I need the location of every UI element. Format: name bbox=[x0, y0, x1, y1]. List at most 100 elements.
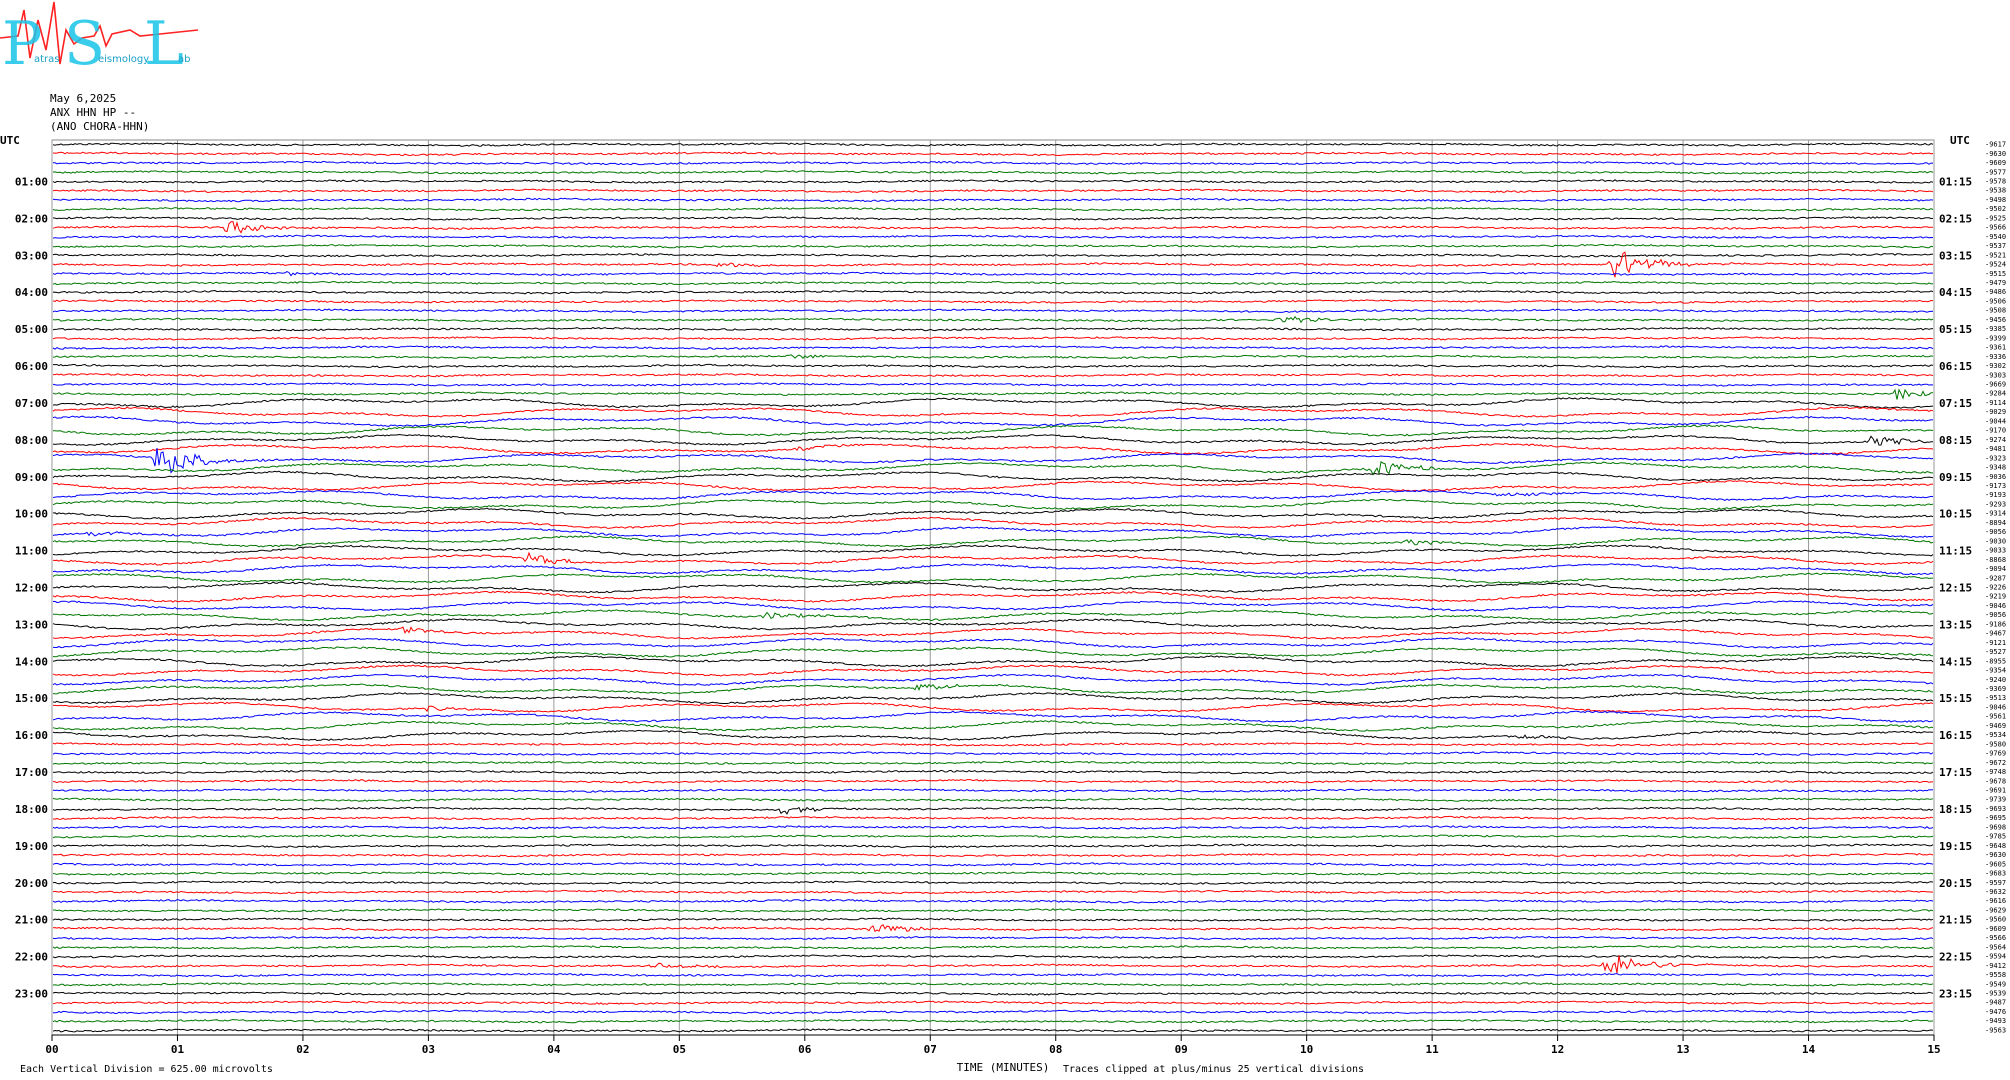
seismic-trace-row bbox=[52, 618, 1934, 631]
seismic-trace-row bbox=[52, 142, 1934, 147]
right-hour-label: 01:15 bbox=[1939, 176, 1972, 189]
left-hour-label: 16:00 bbox=[15, 729, 48, 742]
seismic-trace-row bbox=[52, 729, 1934, 742]
seismic-trace-row bbox=[52, 526, 1934, 539]
row-offset-label: -9056 bbox=[1985, 611, 2006, 619]
right-hour-label: 09:15 bbox=[1939, 471, 1972, 484]
row-offset-label: -9594 bbox=[1985, 953, 2006, 961]
left-hour-label: 19:00 bbox=[15, 840, 48, 853]
right-hour-label: 23:15 bbox=[1939, 987, 1972, 1000]
seismic-trace-row bbox=[53, 581, 1934, 594]
x-tick-label: 00 bbox=[45, 1043, 58, 1056]
clip-note: Traces clipped at plus/minus 25 vertical… bbox=[1063, 1064, 1365, 1075]
row-offset-label: -9361 bbox=[1985, 344, 2006, 352]
row-offset-label: -9412 bbox=[1985, 962, 2006, 970]
seismic-trace-row bbox=[52, 460, 1933, 476]
seismic-trace-row bbox=[52, 626, 1934, 640]
seismic-trace-row bbox=[52, 600, 1934, 612]
x-tick-label: 05 bbox=[673, 1043, 686, 1056]
seismic-trace-row bbox=[52, 815, 1934, 821]
right-hour-label: 14:15 bbox=[1939, 655, 1972, 668]
seismic-trace-row bbox=[52, 1009, 1934, 1015]
row-offset-label: -9578 bbox=[1985, 178, 2006, 186]
seismic-trace-row bbox=[52, 880, 1934, 885]
row-offset-label: -9287 bbox=[1985, 574, 2006, 582]
seismic-trace-row bbox=[52, 742, 1934, 747]
row-offset-label: -9493 bbox=[1985, 1017, 2006, 1025]
seismic-trace-row bbox=[52, 806, 1934, 815]
row-offset-label: -9691 bbox=[1985, 786, 2006, 794]
seismic-trace-row bbox=[52, 720, 1934, 732]
seismic-trace-row bbox=[52, 972, 1934, 978]
x-tick-label: 12 bbox=[1551, 1043, 1564, 1056]
x-tick-label: 01 bbox=[171, 1043, 185, 1056]
seismic-trace-row bbox=[52, 692, 1934, 705]
seismic-trace-row bbox=[52, 326, 1934, 332]
x-tick-label: 03 bbox=[422, 1043, 435, 1056]
row-offset-label: -9534 bbox=[1985, 731, 2006, 739]
row-offset-label: -9502 bbox=[1985, 205, 2006, 213]
seismic-trace-row bbox=[52, 1028, 1934, 1033]
row-offset-label: -9580 bbox=[1985, 740, 2006, 748]
row-offset-label: -9399 bbox=[1985, 334, 2006, 342]
x-tick-label: 14 bbox=[1802, 1043, 1816, 1056]
row-offset-label: -9695 bbox=[1985, 814, 2006, 822]
left-utc-label: UTC bbox=[0, 134, 20, 147]
row-offset-label: -9678 bbox=[1985, 777, 2006, 785]
row-offset-label: -9648 bbox=[1985, 842, 2006, 850]
seismic-trace-row bbox=[52, 683, 1934, 695]
right-hour-label: 13:15 bbox=[1939, 618, 1972, 631]
row-offset-label: -9498 bbox=[1985, 196, 2006, 204]
row-offset-label: -9486 bbox=[1985, 288, 2006, 296]
left-hour-label: 14:00 bbox=[15, 655, 48, 668]
helicorder-chart: 00 01 02 03 04 05 06 07 08 09 10 11 12 13 14 15 TIME (MI… bbox=[0, 134, 2006, 1074]
row-offset-label: -9560 bbox=[1985, 916, 2006, 924]
row-offset-label: -9597 bbox=[1985, 879, 2006, 887]
right-hour-label: 15:15 bbox=[1939, 692, 1972, 705]
row-offset-label: -9539 bbox=[1985, 989, 2006, 997]
row-offset-label: -9561 bbox=[1985, 713, 2006, 721]
row-offset-label: -9566 bbox=[1985, 934, 2006, 942]
seismic-trace-row bbox=[52, 243, 1934, 249]
row-offset-label: -8894 bbox=[1985, 519, 2006, 527]
row-offset-label: -9693 bbox=[1985, 805, 2006, 813]
row-offset-label: -9609 bbox=[1985, 925, 2006, 933]
left-hour-label: 03:00 bbox=[15, 249, 48, 262]
row-offset-label: -9538 bbox=[1985, 187, 2006, 195]
seismic-trace-row bbox=[52, 955, 1934, 974]
seismic-trace-row bbox=[52, 797, 1934, 802]
row-offset-label: -9046 bbox=[1985, 602, 2006, 610]
seismic-trace-row bbox=[53, 424, 1934, 437]
seismic-trace-row bbox=[52, 769, 1934, 775]
right-hour-label: 02:15 bbox=[1939, 212, 1972, 225]
seismic-trace-row bbox=[52, 289, 1934, 295]
row-offset-label: -9605 bbox=[1985, 860, 2006, 868]
row-offset-label: -9616 bbox=[1985, 897, 2006, 905]
seismic-trace-row bbox=[52, 354, 1934, 359]
seismic-trace-row bbox=[52, 788, 1934, 793]
row-offset-label: -9609 bbox=[1985, 159, 2006, 167]
right-hour-label: 21:15 bbox=[1939, 914, 1972, 927]
x-tick-label: 08 bbox=[1049, 1043, 1062, 1056]
row-offset-label: -9481 bbox=[1985, 445, 2006, 453]
row-offset-label: -9044 bbox=[1985, 417, 2006, 425]
seismic-trace-row bbox=[52, 954, 1934, 959]
seismic-trace-row bbox=[52, 151, 1934, 157]
row-offset-label: -9769 bbox=[1985, 750, 2006, 758]
seismic-trace-row bbox=[52, 197, 1934, 203]
x-tick-label: 10 bbox=[1300, 1043, 1313, 1056]
seismic-trace-row bbox=[52, 1018, 1934, 1024]
left-hour-label: 06:00 bbox=[15, 360, 48, 373]
row-offset-label: -8955 bbox=[1985, 657, 2006, 665]
row-offset-label: -9683 bbox=[1985, 870, 2006, 878]
left-hour-label: 23:00 bbox=[15, 987, 48, 1000]
row-offset-label: -9524 bbox=[1985, 261, 2006, 269]
row-offset-label: -9537 bbox=[1985, 242, 2006, 250]
left-hour-label: 12:00 bbox=[15, 582, 48, 595]
seismic-trace-row bbox=[52, 271, 1934, 277]
seismic-trace-row bbox=[52, 489, 1934, 501]
left-hour-label: 02:00 bbox=[15, 212, 48, 225]
seismic-trace-row bbox=[52, 710, 1934, 723]
seismic-trace-row bbox=[52, 572, 1933, 584]
right-hour-label: 03:15 bbox=[1939, 249, 1972, 262]
